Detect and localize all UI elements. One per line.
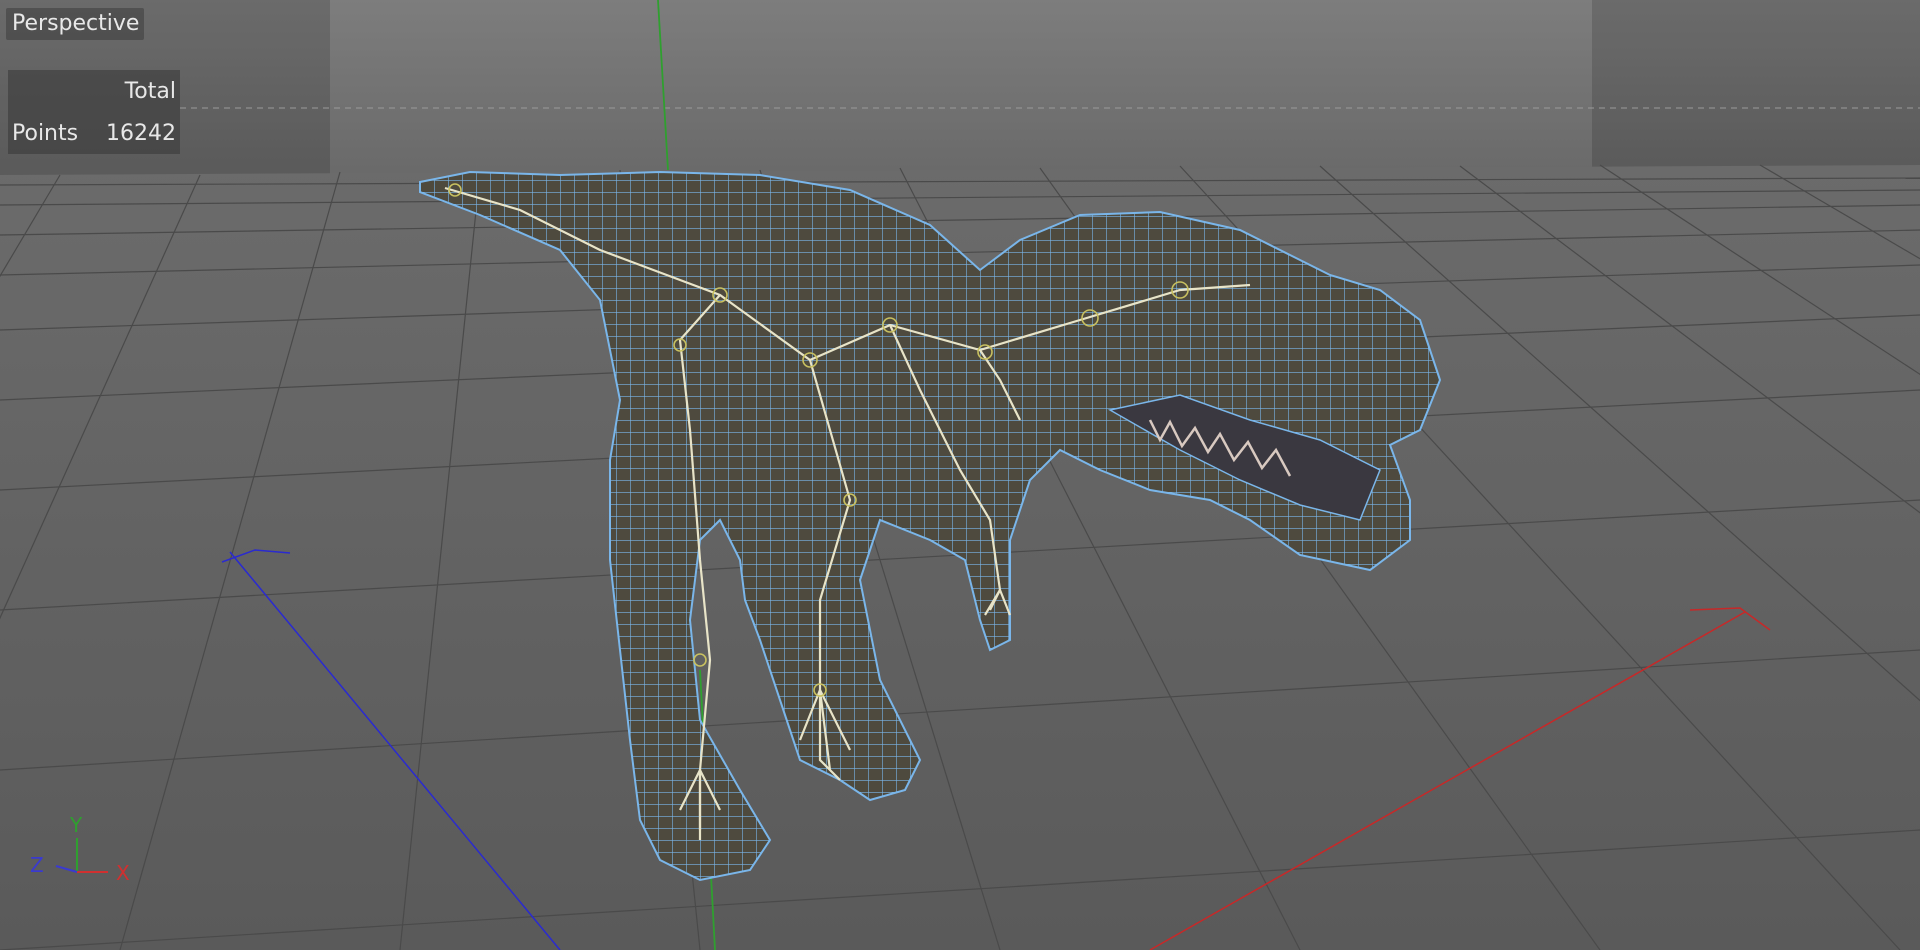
gizmo-z-axis xyxy=(55,865,78,873)
stats-row-points: Points 16242 xyxy=(8,112,180,154)
stats-header-row: Total xyxy=(8,70,180,112)
gizmo-y-label: Y xyxy=(69,813,83,837)
3d-viewport[interactable]: Perspective Total Points 16242 Y Z X xyxy=(0,0,1920,950)
world-y-axis xyxy=(657,0,669,171)
view-name-label[interactable]: Perspective xyxy=(6,8,145,40)
scene-stats-panel: Total Points 16242 xyxy=(8,70,180,154)
stats-value: 16242 xyxy=(106,120,176,146)
scene-canvas[interactable] xyxy=(0,0,1920,950)
gizmo-x-label: X xyxy=(116,861,130,885)
stats-header: Total xyxy=(124,78,176,104)
stats-label: Points xyxy=(12,120,79,146)
axis-gizmo: Y Z X xyxy=(30,813,130,885)
gizmo-z-label: Z xyxy=(30,853,44,877)
